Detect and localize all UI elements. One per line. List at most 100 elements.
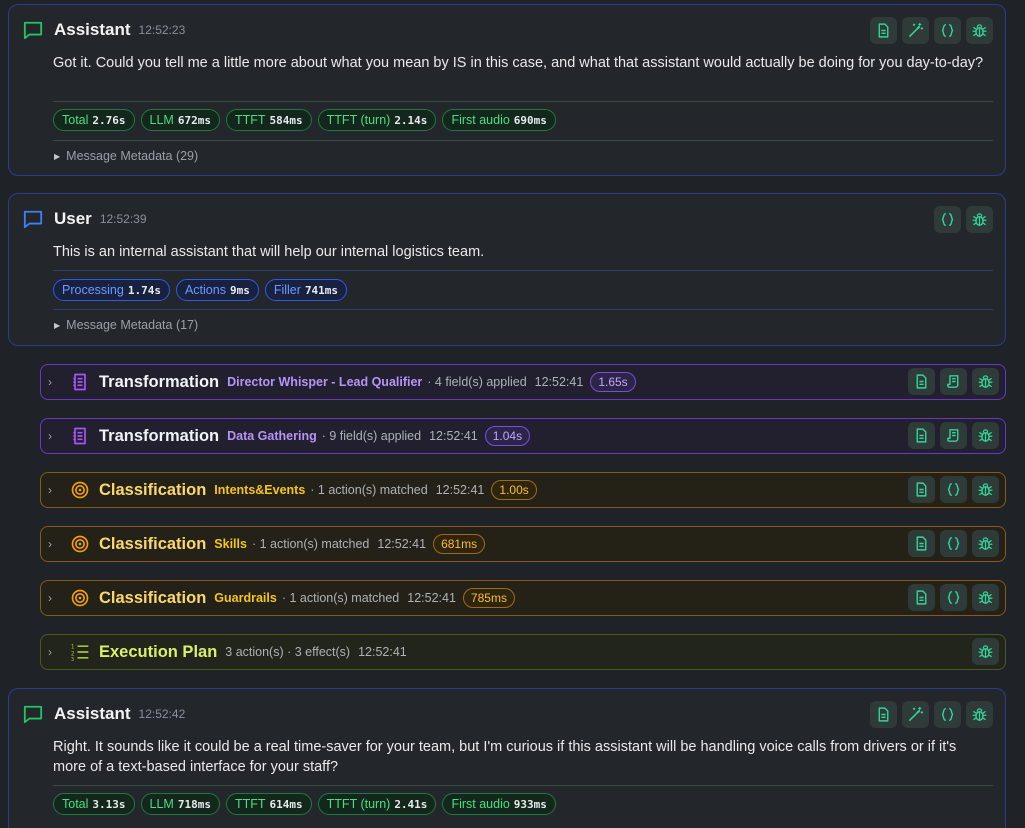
message-text: This is an internal assistant that will …	[53, 244, 485, 260]
step-title: Classification	[99, 588, 207, 607]
debug-button[interactable]	[972, 638, 999, 665]
step-actions	[908, 422, 999, 449]
message-actions	[934, 206, 993, 233]
step-execution-plan[interactable]: › 123 Execution Plan 3 action(s) · 3 eff…	[40, 634, 1006, 670]
message-timestamp: 12:52:42	[138, 707, 186, 721]
document-icon	[913, 589, 930, 606]
script-button[interactable]	[940, 368, 967, 395]
chevron-right-icon: ›	[48, 483, 52, 497]
json-button[interactable]	[934, 701, 961, 728]
chat-bubble-icon	[23, 705, 43, 724]
scroll-icon	[945, 427, 962, 444]
step-duration: 681ms	[433, 534, 486, 554]
metadata-label: Message Metadata (29)	[66, 149, 199, 163]
document-button[interactable]	[870, 701, 897, 728]
step-description: · 4 field(s) applied	[427, 375, 527, 389]
magic-wand-icon	[907, 22, 924, 39]
message-timestamp: 12:52:23	[138, 23, 186, 37]
magic-wand-button[interactable]	[902, 17, 929, 44]
step-title: Classification	[99, 480, 207, 499]
step-name: Director Whisper - Lead Qualifier	[227, 375, 423, 389]
step-description: · 1 action(s) matched	[310, 483, 428, 497]
step-transformation[interactable]: › Transformation Director Whisper - Lead…	[40, 364, 1006, 400]
metadata-toggle[interactable]: ▶ Message Metadata (29)	[54, 149, 198, 163]
chat-bubble-icon	[23, 21, 43, 40]
divider	[53, 140, 993, 141]
step-actions	[908, 584, 999, 611]
metric-chip: First audio 933ms	[442, 793, 556, 815]
bug-icon	[971, 22, 988, 39]
metric-chip: First audio 690ms	[442, 109, 556, 131]
target-icon	[71, 589, 89, 607]
metrics-row: Processing 1.74s Actions 9ms Filler 741ms	[53, 279, 348, 301]
message-text: Got it. Could you tell me a little more …	[53, 55, 984, 71]
transformation-icon	[73, 373, 86, 391]
metric-chip: Total 2.76s	[53, 109, 135, 131]
debug-button[interactable]	[972, 584, 999, 611]
braces-icon	[945, 535, 962, 552]
message-actions	[870, 17, 993, 44]
step-timestamp: 12:52:41	[377, 537, 427, 551]
json-button[interactable]	[934, 17, 961, 44]
metric-chip: Filler 741ms	[264, 279, 348, 301]
metadata-toggle[interactable]: ▶ Message Metadata (17)	[54, 318, 198, 332]
message-timestamp: 12:52:39	[99, 212, 147, 226]
divider	[53, 785, 993, 786]
json-button[interactable]	[940, 584, 967, 611]
target-icon	[71, 481, 89, 499]
message-actions	[870, 701, 993, 728]
step-duration: 785ms	[462, 588, 515, 608]
chevron-right-icon: ›	[48, 645, 52, 659]
document-button[interactable]	[908, 584, 935, 611]
step-classification[interactable]: › Classification Skills · 1 action(s) ma…	[40, 526, 1006, 562]
step-classification[interactable]: › Classification Intents&Events · 1 acti…	[40, 472, 1006, 508]
message-text: Right. It sounds like it could be a real…	[53, 739, 957, 775]
step-name: Data Gathering	[227, 429, 317, 443]
json-button[interactable]	[940, 476, 967, 503]
divider	[53, 309, 993, 310]
bug-icon	[977, 535, 994, 552]
document-icon	[913, 373, 930, 390]
debug-button[interactable]	[972, 476, 999, 503]
json-button[interactable]	[934, 206, 961, 233]
document-button[interactable]	[870, 17, 897, 44]
debug-button[interactable]	[972, 422, 999, 449]
braces-icon	[939, 706, 956, 723]
debug-button[interactable]	[972, 530, 999, 557]
transformation-icon	[73, 427, 86, 445]
bug-icon	[977, 373, 994, 390]
metric-chip: TTFT (turn) 2.14s	[317, 109, 437, 131]
debug-button[interactable]	[966, 206, 993, 233]
target-icon	[71, 535, 89, 553]
document-icon	[913, 481, 930, 498]
step-transformation[interactable]: › Transformation Data Gathering · 9 fiel…	[40, 418, 1006, 454]
document-button[interactable]	[908, 422, 935, 449]
document-button[interactable]	[908, 530, 935, 557]
message-assistant: Assistant 12:52:42 Right. It sounds like…	[8, 688, 1006, 828]
step-title: Classification	[99, 534, 207, 553]
script-button[interactable]	[940, 422, 967, 449]
bug-icon	[971, 706, 988, 723]
braces-icon	[939, 22, 956, 39]
metric-chip: Actions 9ms	[175, 279, 259, 301]
step-duration: 1.65s	[590, 372, 636, 392]
step-description: · 9 field(s) applied	[321, 429, 422, 443]
debug-button[interactable]	[966, 17, 993, 44]
step-classification[interactable]: › Classification Guardrails · 1 action(s…	[40, 580, 1006, 616]
step-timestamp: 12:52:41	[534, 375, 584, 389]
debug-button[interactable]	[972, 368, 999, 395]
chevron-right-icon: ›	[48, 537, 52, 551]
step-timestamp: 12:52:41	[435, 483, 485, 497]
svg-text:1: 1	[71, 645, 75, 651]
braces-icon	[939, 211, 956, 228]
step-duration: 1.04s	[484, 426, 531, 446]
json-button[interactable]	[940, 530, 967, 557]
braces-icon	[945, 589, 962, 606]
document-button[interactable]	[908, 368, 935, 395]
step-actions	[972, 638, 999, 665]
document-button[interactable]	[908, 476, 935, 503]
magic-wand-button[interactable]	[902, 701, 929, 728]
message-role: Assistant	[54, 20, 131, 39]
step-timestamp: 12:52:41	[429, 429, 478, 443]
debug-button[interactable]	[966, 701, 993, 728]
